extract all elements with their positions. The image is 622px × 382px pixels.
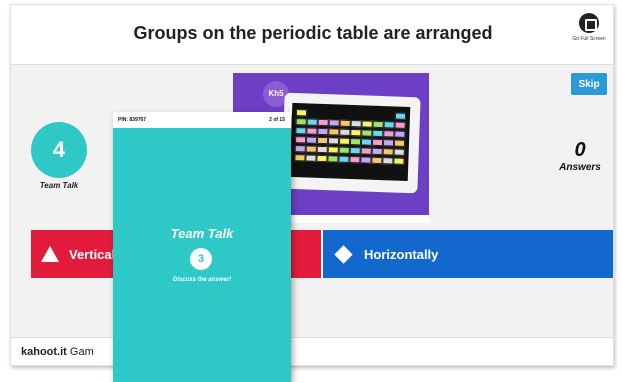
periodic-table-cell <box>327 155 339 163</box>
timer-circle: 4 <box>31 122 87 178</box>
periodic-table-cell <box>393 148 405 156</box>
periodic-table-cell <box>338 146 350 154</box>
periodic-table-cell <box>338 155 350 163</box>
question-header: Groups on the periodic table are arrange… <box>11 5 613 65</box>
phone-countdown: 3 <box>190 248 212 270</box>
periodic-table-cell <box>372 120 384 129</box>
periodic-table-cell <box>360 156 372 164</box>
answers-count: 0 <box>574 139 586 161</box>
periodic-table-cell <box>306 127 318 135</box>
periodic-table-cell <box>339 128 351 136</box>
periodic-table-cell <box>294 145 306 153</box>
periodic-table-cell <box>305 136 318 144</box>
periodic-table-cell <box>316 145 328 154</box>
periodic-table-cell <box>371 147 383 156</box>
periodic-table-cell <box>383 121 395 129</box>
periodic-table-cell <box>327 146 339 154</box>
answer-option-label: Horizontally <box>364 246 439 262</box>
periodic-table-cell <box>372 129 384 138</box>
answers-label: Answers <box>559 162 601 173</box>
periodic-table-cell <box>295 118 307 126</box>
periodic-table-cell <box>328 128 340 136</box>
footer-bar: kahoot.it Gam <box>11 337 613 365</box>
periodic-table-cell <box>361 129 373 137</box>
phone-status-bar: PIN: 839767 2 of 15 <box>113 112 291 128</box>
periodic-table-cell <box>317 127 329 136</box>
periodic-table-cell <box>316 154 328 163</box>
periodic-table-cell <box>383 130 395 138</box>
periodic-table-cell <box>317 118 329 127</box>
question-progress: 2 of 15 <box>269 117 285 123</box>
periodic-table-cell <box>306 118 318 126</box>
phone-subtitle: Discuss the answer! <box>172 277 232 283</box>
answer-option-blue[interactable]: Horizontally <box>323 230 613 278</box>
periodic-table-cell <box>394 121 406 129</box>
fullscreen-label: Go Full Screen <box>572 36 606 42</box>
periodic-table-cell <box>382 148 394 156</box>
periodic-table-cell <box>371 138 384 147</box>
triangle-icon <box>41 246 59 262</box>
timer-caption: Team Talk <box>39 181 79 190</box>
phone-title: Team Talk <box>170 226 234 241</box>
periodic-table-cell <box>360 138 373 146</box>
periodic-table-cell <box>393 139 406 147</box>
periodic-table-cell <box>349 155 361 164</box>
periodic-table-cell <box>382 139 395 147</box>
periodic-table-cell <box>349 146 361 155</box>
periodic-table-cell <box>294 154 306 162</box>
kahoot-game-screen: Groups on the periodic table are arrange… <box>10 4 614 366</box>
fullscreen-button[interactable]: Go Full Screen <box>569 13 609 42</box>
periodic-table-cell <box>327 137 340 145</box>
periodic-table-cell <box>371 156 383 165</box>
periodic-table-cell <box>338 137 351 145</box>
periodic-table-cell <box>349 137 362 146</box>
periodic-table-cell <box>394 130 406 138</box>
diamond-icon <box>334 244 353 264</box>
periodic-table-image <box>289 102 411 182</box>
game-pin: PIN: 839767 <box>118 117 147 123</box>
periodic-table-cell <box>350 119 362 128</box>
skip-button[interactable]: Skip <box>571 73 607 95</box>
answer-option-label: Vertical <box>69 246 116 262</box>
periodic-table-cell <box>360 147 372 155</box>
fullscreen-icon <box>579 13 599 33</box>
periodic-table-cell <box>394 112 407 120</box>
periodic-table-cell <box>382 157 394 165</box>
media-screen <box>281 92 421 194</box>
periodic-table-cell <box>305 154 317 162</box>
periodic-table-cell <box>295 109 308 117</box>
periodic-table-cell <box>294 136 307 144</box>
periodic-table-cell <box>295 127 307 135</box>
periodic-table-cell <box>305 145 317 153</box>
periodic-table-cell <box>350 128 362 137</box>
periodic-table-cell <box>316 136 329 145</box>
periodic-table-cell <box>339 119 351 127</box>
question-title: Groups on the periodic table are arrange… <box>133 23 493 43</box>
footer-brand: kahoot.it <box>21 346 67 358</box>
periodic-table-cell <box>361 120 373 128</box>
footer-text: Gam <box>69 346 94 358</box>
periodic-table-cell <box>393 157 405 165</box>
phone-team-talk-card: PIN: 839767 2 of 15 Team Talk 3 Discuss … <box>113 112 291 382</box>
periodic-table-cell <box>328 119 340 127</box>
